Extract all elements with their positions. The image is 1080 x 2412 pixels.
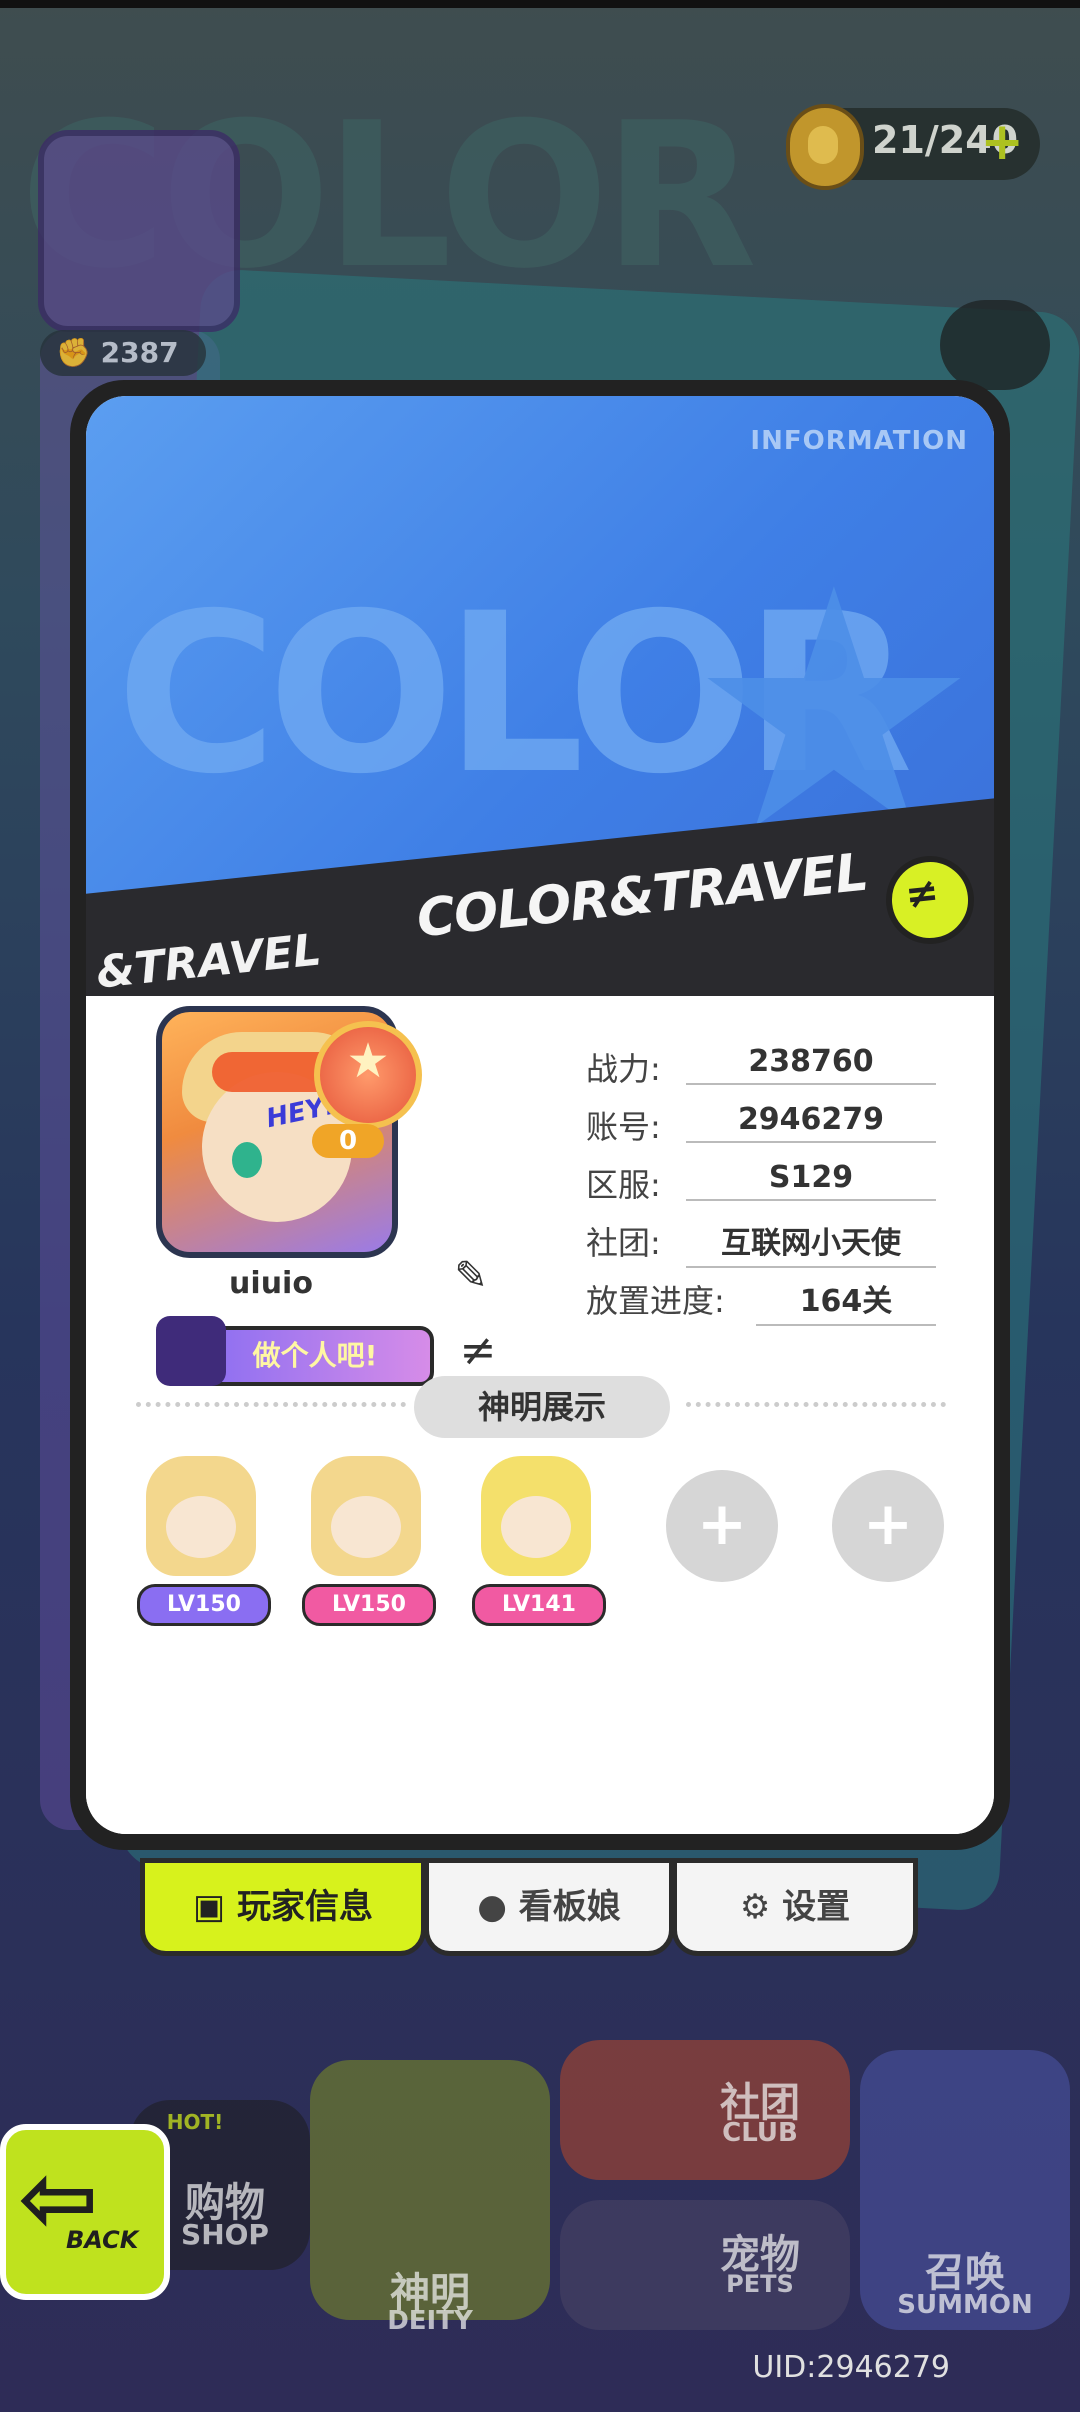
rank-badge[interactable]: ★ [314,1021,422,1129]
deity-showcase-title: 神明展示 [414,1376,670,1438]
stat-value: S129 [686,1160,936,1201]
stat-value: 164关 [756,1276,936,1326]
stat-row-server: 区服: S129 [586,1160,936,1206]
add-deity-slot-5[interactable]: + [832,1470,944,1582]
stat-row-account: 账号: 2946279 [586,1102,936,1148]
profile-icon: ▣ [193,1887,237,1927]
stat-value: 238760 [686,1044,936,1085]
stat-row-club: 社团: 互联网小天使 [586,1218,936,1268]
stat-row-idle-progress: 放置进度: 164关 [586,1276,936,1326]
deity-level: LV141 [472,1584,606,1626]
fist-icon: ✊ [56,336,91,369]
deity-level: LV150 [302,1584,436,1626]
signature-badge[interactable]: 做个人吧! [156,1316,436,1386]
deity-slot-2[interactable]: LV150 [296,1456,436,1626]
player-avatar-thumbnail[interactable] [38,130,240,332]
stat-row-power: 战力: 238760 [586,1044,936,1090]
cat-icon [156,1316,226,1386]
gear-icon: ⚙ [739,1887,783,1927]
shop-label-en: SHOP [181,2218,269,2251]
stat-value: 2946279 [686,1102,936,1143]
edit-name-icon[interactable]: ✎ [446,1251,496,1301]
uid-label: UID:2946279 [752,2350,950,2385]
stat-value: 互联网小天使 [686,1218,936,1268]
stamina-counter[interactable]: 21/240 + [786,104,1040,190]
deity-slot-3[interactable]: LV141 [466,1456,606,1626]
player-nickname: uiuio [229,1266,313,1301]
rank-badge-count: 0 [312,1124,384,1158]
deity-level: LV150 [137,1584,271,1626]
tab-player-info[interactable]: ▣ 玩家信息 [140,1858,426,1956]
club-label-en: CLUB [722,2118,798,2148]
divider-left [136,1402,406,1407]
summon-label-en: SUMMON [897,2290,1033,2320]
switch-signature-icon[interactable]: ≠ [448,1326,508,1376]
power-readout: ✊ 2387 [40,330,206,376]
information-tag: INFORMATION [750,426,968,456]
deity-label-en: DEITY [387,2306,473,2336]
person-swap-icon: ● [477,1887,519,1927]
add-deity-slot-4[interactable]: + [666,1470,778,1582]
deity-slot-1[interactable]: LV150 [131,1456,271,1626]
back-label: BACK [66,2226,139,2254]
shop-hot-badge: HOT! [166,2110,224,2134]
divider-right [686,1402,946,1407]
player-info-modal: COLOR ★ INFORMATION &TRAVEL COLOR&TRAVEL… [70,380,1010,1850]
status-strip [0,0,1080,8]
rank-star-icon: ★ [346,1033,390,1089]
tab-settings[interactable]: ⚙ 设置 [672,1858,918,1956]
side-menu-button[interactable] [940,300,1050,390]
coin-icon [786,104,864,190]
pets-label-en: PETS [726,2270,794,2298]
add-stamina-button[interactable]: + [980,112,1024,172]
tab-mascot[interactable]: ● 看板娘 [424,1858,674,1956]
signature-text: 做个人吧! [252,1339,378,1372]
back-button[interactable]: ⇦ BACK [0,2124,170,2300]
